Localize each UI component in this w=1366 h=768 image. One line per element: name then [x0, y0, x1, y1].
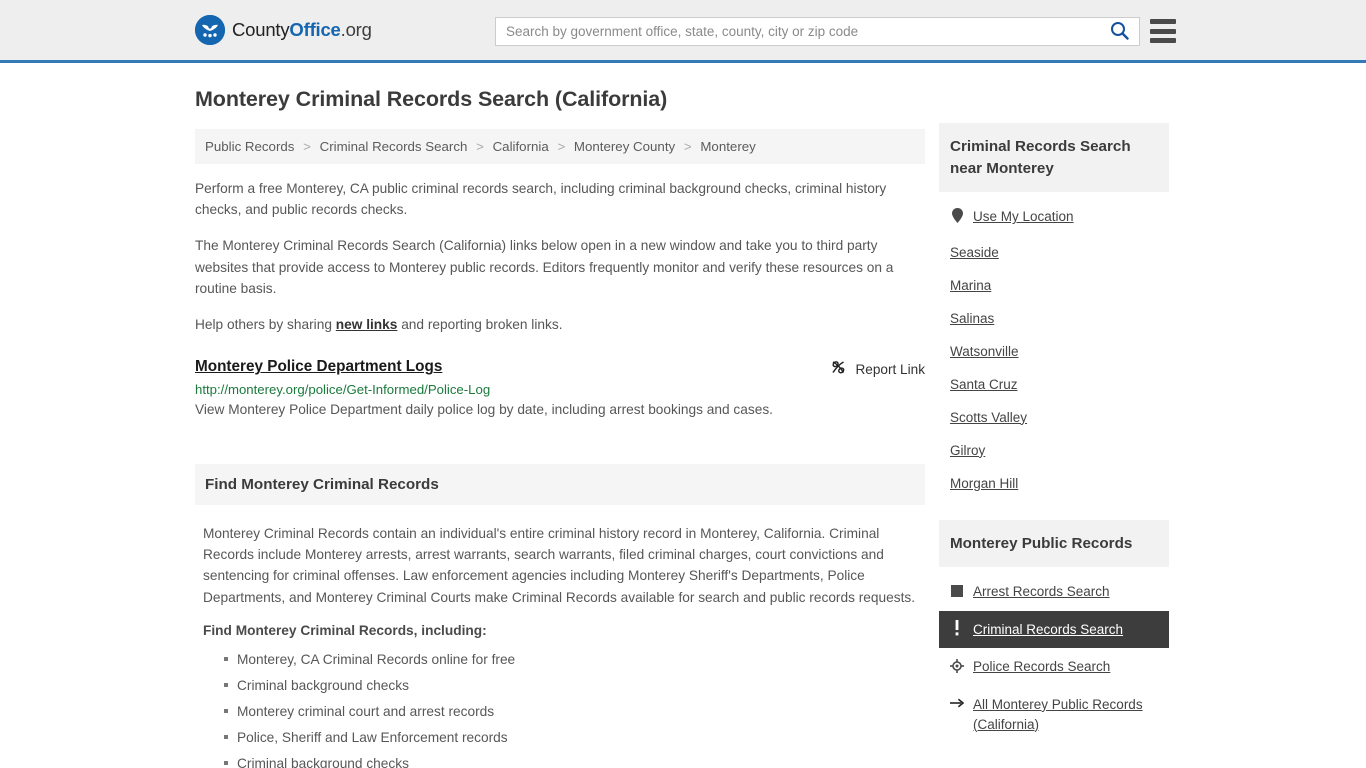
list-item: Criminal background checks: [224, 751, 917, 768]
section-paragraph: Monterey Criminal Records contain an ind…: [203, 525, 916, 605]
sidebar-city-watsonville[interactable]: Watsonville: [939, 335, 1169, 368]
section-subheading: Find Monterey Criminal Records, includin…: [203, 622, 487, 638]
breadcrumb-item-public-records[interactable]: Public Records: [205, 139, 294, 154]
sidebar-city-seaside[interactable]: Seaside: [939, 236, 1169, 269]
public-records-card-body: Arrest Records Search Criminal Records S…: [939, 567, 1169, 743]
search-bar: [495, 17, 1140, 46]
sidebar-item-label: Criminal Records Search: [973, 621, 1124, 637]
breadcrumb-separator: >: [476, 139, 484, 154]
report-link-button[interactable]: Report Link: [830, 359, 925, 379]
sidebar-city-gilroy[interactable]: Gilroy: [939, 434, 1169, 467]
hamburger-menu-icon[interactable]: [1150, 19, 1176, 43]
hamburger-bar: [1150, 28, 1176, 34]
sidebar-item-criminal-records-search[interactable]: Criminal Records Search: [939, 610, 1169, 649]
broken-link-icon: [830, 359, 847, 379]
arrow-right-icon: [950, 695, 964, 712]
site-logo[interactable]: CountyOffice.org: [195, 15, 372, 45]
hamburger-bar: [1150, 38, 1176, 43]
breadcrumb: Public Records > Criminal Records Search…: [195, 129, 925, 164]
main-content: Monterey Criminal Records Search (Califo…: [195, 87, 925, 768]
public-records-card-heading: Monterey Public Records: [939, 519, 1169, 568]
intro-paragraph-1: Perform a free Monterey, CA public crimi…: [195, 181, 887, 218]
breadcrumb-separator: >: [683, 139, 692, 154]
criminal-records-list: Monterey, CA Criminal Records online for…: [203, 647, 917, 768]
sidebar-city-salinas[interactable]: Salinas: [939, 302, 1169, 335]
logo-text-org: .org: [340, 19, 372, 40]
sidebar-item-police-records-search[interactable]: Police Records Search: [939, 648, 1169, 686]
eagle-shield-logo-icon: [195, 15, 225, 45]
report-link-label: Report Link: [855, 361, 925, 377]
page-title: Monterey Criminal Records Search (Califo…: [195, 87, 668, 111]
breadcrumb-separator: >: [557, 139, 566, 154]
sidebar: Criminal Records Search near Monterey Us…: [939, 123, 1169, 743]
sidebar-item-label: Arrest Records Search: [973, 584, 1110, 600]
list-item: Criminal background checks: [224, 673, 917, 699]
sidebar-city-santa-cruz[interactable]: Santa Cruz: [939, 368, 1169, 401]
list-item: Monterey criminal court and arrest recor…: [224, 699, 917, 725]
share-text-before: Help others by sharing: [195, 317, 336, 333]
use-my-location-link[interactable]: Use My Location: [939, 198, 1169, 236]
sidebar-city-marina[interactable]: Marina: [939, 269, 1169, 302]
sidebar-item-label: All Monterey Public Records (California): [973, 696, 1143, 732]
result-title-link[interactable]: Monterey Police Department Logs: [195, 358, 442, 376]
logo-text-county: County: [232, 19, 290, 40]
search-button[interactable]: [1099, 18, 1139, 45]
search-icon: [1110, 21, 1129, 43]
share-text-after: and reporting broken links.: [397, 317, 563, 333]
logo-text-office: Office: [289, 19, 341, 40]
exclamation-icon: [950, 620, 964, 637]
intro-paragraph-3: Help others by sharing new links and rep…: [195, 314, 925, 335]
search-input[interactable]: [496, 18, 1099, 45]
sidebar-item-arrest-records-search[interactable]: Arrest Records Search: [939, 573, 1169, 611]
new-links-link[interactable]: new links: [336, 317, 398, 332]
sidebar-item-all-monterey-public-records[interactable]: All Monterey Public Records (California): [939, 686, 1169, 743]
use-my-location-label: Use My Location: [973, 209, 1074, 225]
nearby-card-heading: Criminal Records Search near Monterey: [939, 123, 1169, 193]
square-icon: [950, 582, 964, 599]
target-crosshair-icon: [950, 657, 964, 674]
result-description: View Monterey Police Department daily po…: [195, 402, 773, 418]
site-header: CountyOffice.org: [0, 0, 1366, 63]
breadcrumb-item-monterey-county[interactable]: Monterey County: [574, 139, 675, 154]
breadcrumb-separator: >: [303, 139, 311, 154]
sidebar-city-morgan-hill[interactable]: Morgan Hill: [939, 467, 1169, 500]
section-heading: Find Monterey Criminal Records: [195, 463, 925, 505]
result-url: http://monterey.org/police/Get-Informed/…: [195, 382, 491, 398]
list-item: Police, Sheriff and Law Enforcement reco…: [224, 725, 917, 751]
list-item: Monterey, CA Criminal Records online for…: [224, 647, 917, 673]
map-pin-icon: [950, 207, 964, 224]
sidebar-city-scotts-valley[interactable]: Scotts Valley: [939, 401, 1169, 434]
sidebar-item-label: Police Records Search: [973, 659, 1111, 675]
hamburger-bar: [1150, 19, 1176, 24]
nearby-card-body: Use My Location Seaside Marina Salinas W…: [939, 192, 1169, 500]
breadcrumb-item-criminal-records-search[interactable]: Criminal Records Search: [320, 139, 468, 154]
search-result-item: Monterey Police Department Logs Report L…: [195, 358, 925, 421]
section-body: Monterey Criminal Records contain an ind…: [195, 505, 925, 768]
breadcrumb-item-california[interactable]: California: [493, 139, 549, 154]
logo-text: CountyOffice.org: [232, 19, 372, 41]
breadcrumb-item-monterey[interactable]: Monterey: [700, 139, 755, 154]
intro-paragraph-2: The Monterey Criminal Records Search (Ca…: [195, 238, 894, 296]
